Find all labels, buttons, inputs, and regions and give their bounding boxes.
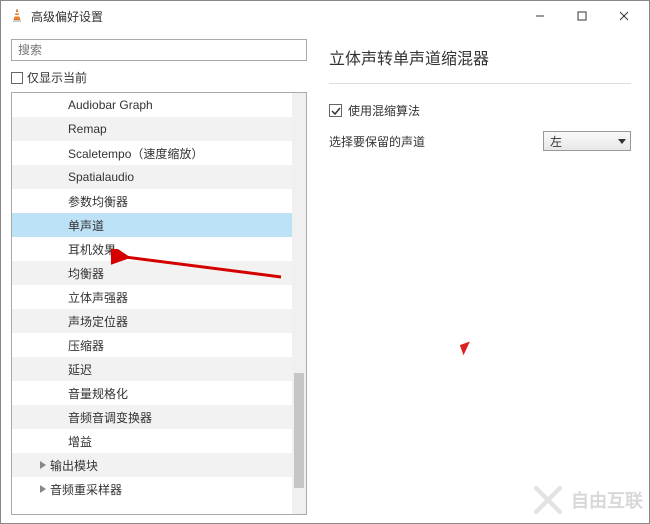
- tree-item[interactable]: 均衡器: [12, 261, 292, 285]
- tree-item[interactable]: 立体声强器: [12, 285, 292, 309]
- settings-tree: Audiobar Graph Remap Scaletempo（速度缩放） Spati…: [11, 92, 307, 515]
- tree-item-label: 声场定位器: [68, 313, 128, 330]
- keep-channel-row: 选择要保留的声道 左: [329, 131, 631, 151]
- tree-item[interactable]: 输出模块: [12, 453, 292, 477]
- tree-item[interactable]: 单声道: [12, 213, 292, 237]
- only-current-row[interactable]: 仅显示当前: [11, 67, 307, 92]
- tree-item[interactable]: Spatialaudio: [12, 165, 292, 189]
- left-panel: 仅显示当前 Audiobar Graph Remap Scaletempo（速度缩放…: [1, 31, 311, 523]
- only-current-checkbox[interactable]: [11, 72, 23, 84]
- chevron-down-icon: [618, 137, 626, 145]
- tree-item[interactable]: 增益: [12, 429, 292, 453]
- only-current-label: 仅显示当前: [27, 69, 87, 86]
- tree-item[interactable]: 声场定位器: [12, 309, 292, 333]
- tree-item[interactable]: Remap: [12, 117, 292, 141]
- use-algorithm-label: 使用混缩算法: [348, 102, 420, 119]
- tree-item-label: 均衡器: [68, 265, 104, 282]
- tree-item-label: Spatialaudio: [68, 170, 134, 184]
- tree-scrollbar[interactable]: [292, 93, 306, 514]
- tree-item-label: 音频重采样器: [50, 481, 122, 498]
- tree-item[interactable]: 参数均衡器: [12, 189, 292, 213]
- tree-scrollbar-thumb[interactable]: [294, 373, 304, 488]
- title-bar: 高级偏好设置: [1, 1, 649, 31]
- tree-item-label: 参数均衡器: [68, 193, 128, 210]
- tree-item-label: 增益: [68, 433, 92, 450]
- tree-item[interactable]: 压缩器: [12, 333, 292, 357]
- right-panel-title: 立体声转单声道缩混器: [329, 45, 631, 69]
- expander-icon[interactable]: [36, 485, 50, 493]
- divider: [329, 83, 631, 84]
- keep-channel-select[interactable]: 左: [543, 131, 631, 151]
- tree-item[interactable]: 音频音调变换器: [12, 405, 292, 429]
- tree-item-label: 延迟: [68, 361, 92, 378]
- tree-item-label: 压缩器: [68, 337, 104, 354]
- tree-item-label: Remap: [68, 122, 107, 136]
- app-cone-icon: [9, 8, 25, 24]
- tree-item[interactable]: Scaletempo（速度缩放）: [12, 141, 292, 165]
- tree-item-label: Audiobar Graph: [68, 98, 153, 112]
- search-input[interactable]: [16, 42, 302, 58]
- tree-item[interactable]: 耳机效果: [12, 237, 292, 261]
- tree-item[interactable]: 音量规格化: [12, 381, 292, 405]
- use-algorithm-checkbox[interactable]: [329, 104, 342, 117]
- maximize-button[interactable]: [561, 1, 603, 31]
- tree-item[interactable]: Audiobar Graph: [12, 93, 292, 117]
- right-panel: 立体声转单声道缩混器 使用混缩算法 选择要保留的声道 左: [311, 31, 649, 523]
- tree-item-label: 立体声强器: [68, 289, 128, 306]
- expander-icon[interactable]: [36, 461, 50, 469]
- tree-item[interactable]: 延迟: [12, 357, 292, 381]
- window-title: 高级偏好设置: [31, 8, 103, 25]
- minimize-button[interactable]: [519, 1, 561, 31]
- keep-channel-label: 选择要保留的声道: [329, 133, 425, 150]
- tree-item-label: 单声道: [68, 217, 104, 234]
- search-field-wrap: [11, 39, 307, 61]
- tree-item[interactable]: 音频重采样器: [12, 477, 292, 501]
- tree-item-label: 音量规格化: [68, 385, 128, 402]
- tree-item-label: 音频音调变换器: [68, 409, 152, 426]
- tree-item-label: Scaletempo（速度缩放）: [68, 145, 203, 162]
- tree-item-label: 耳机效果: [68, 241, 116, 258]
- keep-channel-value: 左: [550, 133, 562, 150]
- close-button[interactable]: [603, 1, 645, 31]
- use-algorithm-row[interactable]: 使用混缩算法: [329, 102, 631, 119]
- tree-item-label: 输出模块: [50, 457, 98, 474]
